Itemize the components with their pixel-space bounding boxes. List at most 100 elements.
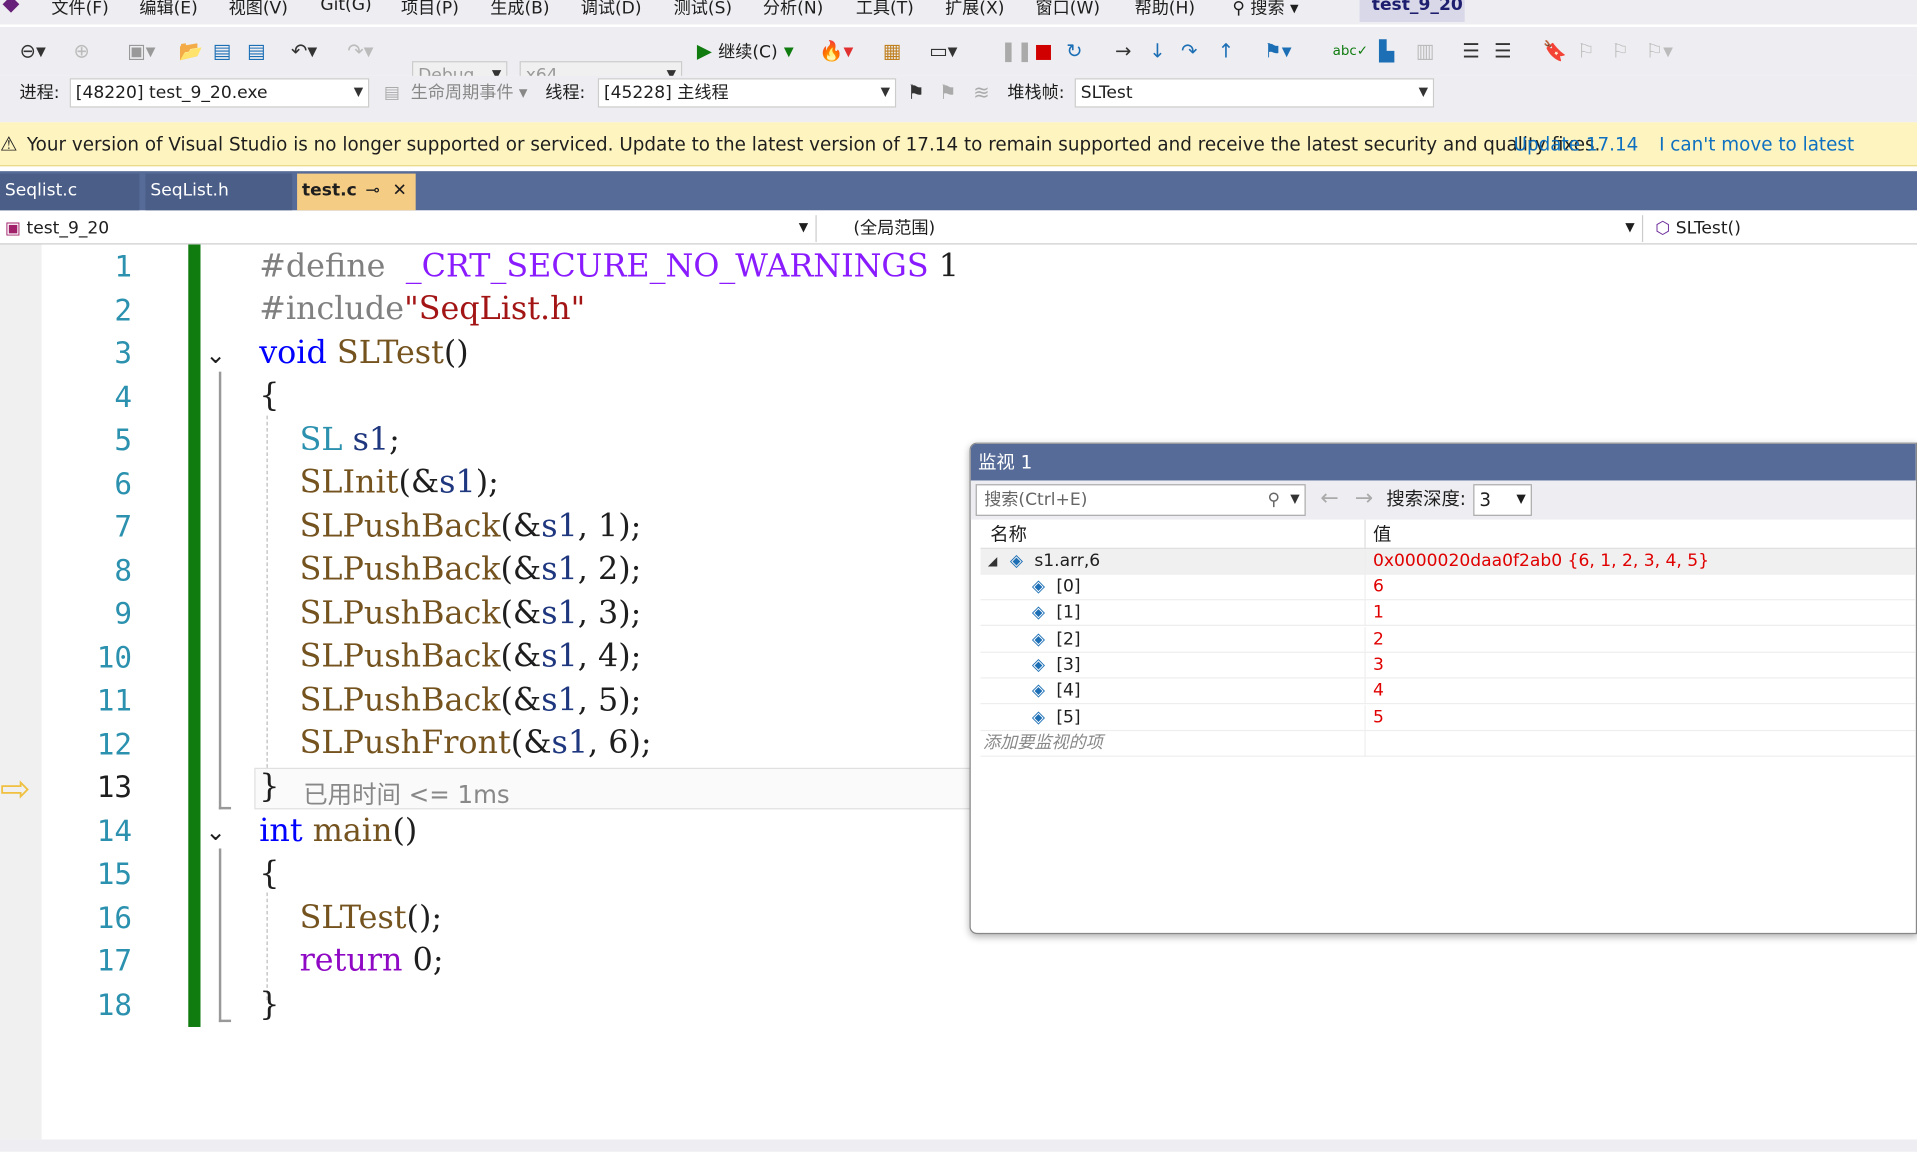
- code-line-6: SLInit(&s1);: [299, 464, 499, 502]
- line-number: 7: [114, 509, 133, 545]
- status-bar: [0, 1139, 1917, 1152]
- menu-analyze[interactable]: 分析(N): [763, 0, 823, 20]
- menu-window[interactable]: 窗口(W): [1036, 0, 1101, 20]
- show-next-statement-icon[interactable]: →: [1115, 39, 1131, 63]
- tab-seqlist-h[interactable]: SeqList.h: [145, 173, 293, 211]
- breakpoints-icon[interactable]: ⚑▾: [1264, 39, 1291, 63]
- uncomment-icon[interactable]: ▥: [1416, 39, 1434, 63]
- search-depth-select[interactable]: 3 ▼: [1473, 484, 1532, 516]
- comment-icon[interactable]: ▙: [1379, 39, 1394, 63]
- show-parallel-icon[interactable]: ≋: [973, 81, 989, 105]
- variable-icon: ◈: [1031, 629, 1046, 649]
- watch-item-row[interactable]: ◈ [0] 6: [980, 574, 1916, 601]
- hot-reload-icon[interactable]: 🔥▾: [819, 39, 853, 63]
- process-label: 进程:: [19, 83, 60, 103]
- thread-label: 线程:: [545, 83, 586, 103]
- redo-icon[interactable]: ↷▾: [347, 39, 373, 63]
- tab-seqlist-c[interactable]: Seqlist.c: [0, 173, 140, 211]
- search-icon[interactable]: ⚲: [1268, 485, 1281, 514]
- prev-bookmark-icon[interactable]: ⚐: [1577, 39, 1595, 63]
- global-search-button[interactable]: ⚲ 搜索 ▾: [1232, 0, 1298, 20]
- pin-icon[interactable]: ⊸: [366, 174, 380, 208]
- show-flagged-icon[interactable]: ⚑: [939, 81, 957, 105]
- watch-toolbar: 搜索(Ctrl+E) ⚲ ▼ ← → 搜索深度: 3 ▼: [970, 480, 1916, 520]
- open-folder-icon[interactable]: 📂: [178, 39, 202, 63]
- menu-tools[interactable]: 工具(T): [856, 0, 914, 20]
- name-column-header[interactable]: 名称: [990, 520, 1027, 549]
- lifecycle-events-button[interactable]: 生命周期事件 ▾: [411, 78, 528, 107]
- collapse-icon[interactable]: ⌄: [205, 340, 225, 369]
- watch-window: 监视 1 搜索(Ctrl+E) ⚲ ▼ ← → 搜索深度: 3 ▼ 名称 值 ◢ ◈ s…: [969, 442, 1917, 935]
- restart-icon[interactable]: ↻: [1066, 39, 1082, 63]
- line-number: 2: [114, 292, 133, 328]
- watch-item-name: [2]: [1056, 629, 1081, 649]
- line-number: 5: [114, 423, 133, 458]
- undo-icon[interactable]: ↶▾: [291, 39, 317, 63]
- menu-git[interactable]: Git(G): [320, 0, 371, 15]
- watch-item-row[interactable]: ◈ [5] 5: [980, 704, 1916, 731]
- project-select[interactable]: ▣ test_9_20 ▼: [0, 215, 817, 243]
- chevron-down-icon[interactable]: ▼: [1290, 485, 1299, 514]
- step-into-icon[interactable]: ↓: [1149, 39, 1165, 63]
- scope-select[interactable]: (全局范围) ▼: [824, 215, 1644, 243]
- continue-button[interactable]: ▶ 继续(C) ▾: [697, 39, 794, 65]
- solution-title: test_9_20: [1359, 0, 1465, 23]
- stack-frame-select[interactable]: SLTest ▼: [1074, 78, 1435, 108]
- outdent-icon[interactable]: ☰: [1494, 39, 1512, 63]
- step-out-icon[interactable]: ↑: [1218, 39, 1234, 63]
- watch-search-input[interactable]: 搜索(Ctrl+E) ⚲ ▼: [975, 484, 1306, 516]
- new-project-icon[interactable]: ▣▾: [127, 39, 155, 63]
- menu-test[interactable]: 测试(S): [674, 0, 732, 20]
- stack-frame-label: 堆栈帧:: [1007, 83, 1065, 103]
- watch-item-row[interactable]: ◈ [4] 4: [980, 678, 1916, 705]
- watch-item-row[interactable]: ◈ [2] 2: [980, 626, 1916, 653]
- collapse-icon[interactable]: ⌄: [205, 817, 225, 846]
- thread-select[interactable]: [45228] 主线程 ▼: [597, 78, 897, 108]
- process-select[interactable]: [48220] test_9_20.exe ▼: [69, 78, 370, 108]
- diagnostic-tools-icon[interactable]: ▭▾: [929, 39, 957, 63]
- indent-icon[interactable]: ☰: [1462, 39, 1480, 63]
- watch-title[interactable]: 监视 1: [970, 443, 1916, 481]
- stop-icon[interactable]: ■: [1034, 39, 1052, 63]
- add-watch-placeholder[interactable]: 添加要监视的项: [983, 731, 1103, 757]
- spell-check-icon[interactable]: abc✓: [1333, 39, 1368, 63]
- menu-view[interactable]: 视图(V): [229, 0, 288, 20]
- member-select[interactable]: ⬡ SLTest(): [1651, 215, 1917, 242]
- watch-item-row[interactable]: ◈ [1] 1: [980, 600, 1916, 627]
- forward-icon[interactable]: ⊕: [73, 39, 89, 63]
- close-icon[interactable]: ✕: [392, 174, 406, 208]
- code-line-13: }: [259, 769, 280, 806]
- save-all-icon[interactable]: ▤: [247, 39, 265, 63]
- search-forward-icon[interactable]: →: [1355, 485, 1373, 511]
- next-bookmark-icon[interactable]: ⚐: [1611, 39, 1629, 63]
- save-icon[interactable]: ▤: [213, 39, 231, 63]
- menu-project[interactable]: 项目(P): [401, 0, 459, 20]
- watch-item-row[interactable]: ◈ [3] 3: [980, 652, 1916, 679]
- menu-build[interactable]: 生成(B): [490, 0, 549, 20]
- update-link[interactable]: Update 17.14: [1514, 122, 1639, 166]
- cant-move-link[interactable]: I can't move to latest: [1659, 122, 1854, 166]
- collapse-triangle-icon[interactable]: ◢: [988, 549, 997, 575]
- tab-test-c[interactable]: test.c ⊸ ✕: [297, 173, 416, 211]
- warning-icon: ⚠: [0, 132, 18, 156]
- menu-extensions[interactable]: 扩展(X): [945, 0, 1004, 20]
- bookmark-icon[interactable]: 🔖: [1543, 39, 1567, 63]
- menu-edit[interactable]: 编辑(E): [139, 0, 197, 20]
- step-over-icon[interactable]: ↷: [1181, 39, 1197, 63]
- menu-debug[interactable]: 调试(D): [581, 0, 642, 20]
- add-watch-row[interactable]: 添加要监视的项: [980, 730, 1916, 757]
- flag-thread-icon[interactable]: ⚑: [907, 81, 925, 105]
- pause-icon[interactable]: ❚❚: [1000, 39, 1033, 63]
- menu-help[interactable]: 帮助(H): [1135, 0, 1195, 20]
- current-statement-arrow-icon: ⇨: [0, 767, 31, 811]
- value-column-header[interactable]: 值: [1364, 519, 1391, 549]
- menu-file[interactable]: 文件(F): [51, 0, 108, 20]
- watch-root-row[interactable]: ◢ ◈ s1.arr,6 0x0000020daa0f2ab0 {6, 1, 2,…: [980, 548, 1916, 575]
- glyph-margin[interactable]: [0, 244, 42, 1140]
- search-back-icon[interactable]: ←: [1320, 485, 1338, 511]
- clear-bookmarks-icon[interactable]: ⚐▾: [1646, 39, 1673, 63]
- back-icon[interactable]: ⊖▾: [20, 39, 46, 63]
- solution-explorer-icon[interactable]: ▦: [883, 39, 901, 63]
- code-line-9: SLPushBack(&s1, 3);: [299, 595, 642, 633]
- watch-item-value: 1: [1364, 600, 1384, 627]
